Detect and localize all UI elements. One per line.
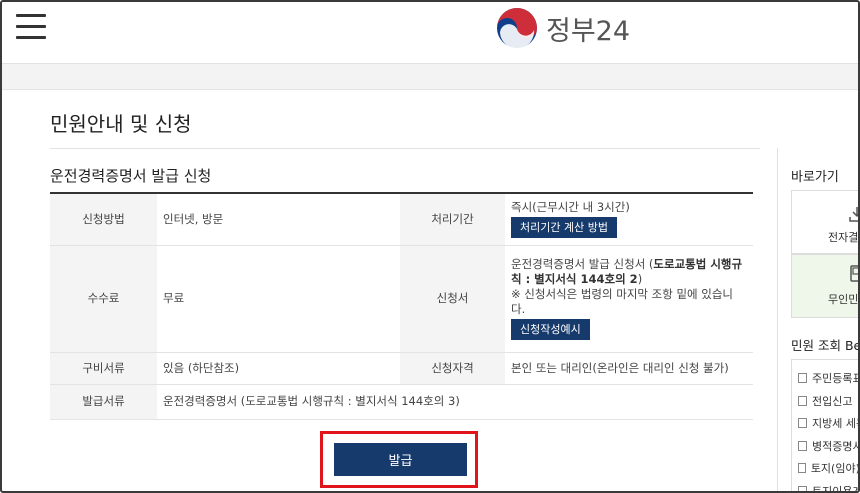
issue-button-highlight: 발급 (320, 431, 478, 488)
sidebar-divider (777, 148, 778, 491)
government-taegeuk-logo-icon (497, 8, 537, 49)
gray-banner-strip (2, 64, 858, 90)
browser-frame: 정부24 민원안내 및 신청 운전경력증명서 발급 신청 신청방법 인터넷, 방… (0, 0, 860, 493)
table-row: 구비서류 있음 (하단참조) 신청자격 본인 또는 대리인(온라인은 대리인 신… (50, 352, 753, 385)
list-item[interactable]: 지방세 세목 (792, 412, 858, 435)
form-note: ※ 신청서식은 법령의 마지막 조항 밑에 있습니다. (511, 287, 734, 316)
qual-value: 본인 또는 대리인(온라인은 대리인 신청 불가) (505, 352, 753, 385)
form-value: 운전경력증명서 발급 신청서 (도로교통법 시행규칙 : 별지서식 144호의 … (511, 257, 747, 287)
logo-text: 정부24 (546, 15, 631, 47)
inquiry-list: 주민등록표 전입신고 지방세 세목 병적증명서 토지(임야)대 토지이용계 (791, 359, 858, 491)
form-example-button[interactable]: 신청작성예시 (511, 319, 590, 340)
shortcut-title: 바로가기 (791, 170, 839, 185)
period-calc-button[interactable]: 처리기간 계산 방법 (511, 217, 617, 239)
issue-doc-label: 발급서류 (50, 384, 157, 420)
inquiry-title: 민원 조회 Bes (791, 338, 858, 353)
shortcut-item-epayment[interactable]: 전자결제 (791, 190, 859, 254)
shortcut-label: 무인민원 (828, 293, 859, 306)
period-label: 처리기간 (400, 193, 505, 246)
page-title: 민원안내 및 신청 (50, 112, 192, 136)
section-title: 운전경력증명서 발급 신청 (50, 167, 212, 185)
issue-button[interactable]: 발급 (334, 443, 467, 476)
docs-value: 있음 (하단참조) (157, 352, 400, 385)
shortcut-label: 전자결제 (828, 231, 859, 244)
issue-doc-value: 운전경력증명서 (도로교통법 시행규칙 : 별지서식 144호의 3) (157, 384, 753, 420)
main-divider (50, 148, 760, 149)
site-header: 정부24 (2, 2, 858, 64)
hamburger-menu-icon[interactable] (16, 14, 46, 40)
list-item[interactable]: 병적증명서 (792, 435, 858, 458)
form-label: 신청서 (400, 245, 505, 353)
form-value-prefix: 운전경력증명서 발급 신청서 ( (511, 257, 654, 271)
table-row: 수수료 무료 신청서 운전경력증명서 발급 신청서 (도로교통법 시행규칙 : … (50, 245, 753, 353)
fee-label: 수수료 (50, 245, 157, 353)
table-row: 신청방법 인터넷, 방문 처리기간 즉시(근무시간 내 3시간) 처리기간 계산… (50, 193, 753, 246)
list-item[interactable]: 전입신고 (792, 390, 858, 413)
period-value: 즉시(근무시간 내 3시간) (511, 200, 630, 215)
method-value: 인터넷, 방문 (157, 193, 400, 246)
qual-label: 신청자격 (400, 352, 505, 385)
method-label: 신청방법 (50, 193, 157, 246)
list-item[interactable]: 주민등록표 (792, 367, 858, 390)
form-cell: 운전경력증명서 발급 신청서 (도로교통법 시행규칙 : 별지서식 144호의 … (505, 245, 753, 353)
list-item[interactable]: 토지이용계 (792, 480, 858, 491)
form-value-suffix: ) (637, 272, 643, 286)
list-item[interactable]: 토지(임야)대 (792, 457, 858, 480)
period-cell: 즉시(근무시간 내 3시간) 처리기간 계산 방법 (505, 193, 753, 246)
service-info-table: 신청방법 인터넷, 방문 처리기간 즉시(근무시간 내 3시간) 처리기간 계산… (50, 192, 753, 420)
kiosk-icon (850, 265, 858, 282)
site-logo[interactable]: 정부24 (496, 6, 630, 50)
docs-label: 구비서류 (50, 352, 157, 385)
download-icon (849, 207, 858, 222)
table-row: 발급서류 운전경력증명서 (도로교통법 시행규칙 : 별지서식 144호의 3) (50, 384, 753, 420)
fee-value: 무료 (157, 245, 400, 353)
shortcut-item-kiosk[interactable]: 무인민원 (791, 254, 859, 318)
